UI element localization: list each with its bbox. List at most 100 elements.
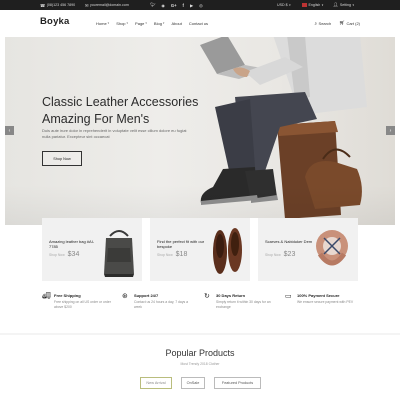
- banner-card[interactable]: Scarves & Nabiduker Dem Shop Now $23: [258, 218, 358, 281]
- main-nav: Home ▾ Shop ▾ Page ▾ Blog ▾ About Contact us: [96, 10, 208, 36]
- scarf-image: [316, 230, 348, 266]
- language-value: English: [308, 3, 321, 7]
- nav-item-page[interactable]: Page ▾: [135, 21, 147, 26]
- nav-item-label: Home: [96, 20, 107, 26]
- top-bar: ☎ (08)123 456 7890 ✉ youremail@domain.co…: [0, 0, 400, 10]
- search-label: Search: [318, 20, 332, 26]
- banner-price: $34: [67, 251, 80, 258]
- hero-title-line-1: Classic Leather Accessories: [42, 95, 199, 109]
- return-icon: ↻: [204, 293, 210, 300]
- cart-icon: 🛒︎: [339, 20, 345, 25]
- nav-item-blog[interactable]: Blog ▾: [154, 21, 165, 26]
- service-support: ⊛ Support 24/7 Contact us 24 hours a day…: [122, 292, 197, 322]
- credit-card-icon: ▭: [285, 293, 292, 300]
- header-actions: ⌕ Search 🛒︎ Cart (2): [315, 10, 361, 36]
- shop-now-link[interactable]: Shop Now: [265, 253, 281, 257]
- service-payment: ▭ 100% Payment Secure We ensure secure p…: [285, 292, 360, 322]
- search-icon: ⌕: [314, 20, 318, 26]
- service-description: Simply return it within 30 days for an e…: [216, 300, 271, 310]
- banner-title: Scarves & Nabiduker Dem: [265, 239, 313, 244]
- tab-new-arrival[interactable]: New Arrival: [140, 377, 172, 389]
- service-free-shipping: 🚚︎ Free Shipping Free shipping on all US…: [42, 292, 117, 322]
- facebook-icon[interactable]: f: [183, 3, 184, 8]
- nav-item-label: About: [171, 20, 182, 26]
- shop-now-link[interactable]: Shop Now: [49, 253, 65, 257]
- phone-number: (08)123 456 7890: [46, 3, 76, 7]
- chevron-right-icon: ›: [389, 127, 392, 134]
- youtube-icon[interactable]: ▶: [190, 3, 193, 8]
- popular-products-subtitle: Most Trendy 2018 Clother: [180, 362, 220, 366]
- slider-next-button[interactable]: ›: [386, 126, 395, 135]
- service-title: 30 Days Return: [216, 293, 246, 298]
- nav-item-label: Blog: [153, 20, 162, 26]
- account-menu[interactable]: 👤︎ Setting ▾: [333, 0, 354, 10]
- chevron-down-icon: ▾: [145, 21, 147, 25]
- chevron-down-icon: ▾: [162, 21, 165, 25]
- service-return: ↻ 30 Days Return Simply return it within…: [204, 292, 279, 322]
- backpack-image: [104, 230, 134, 277]
- phone-icon: ☎: [40, 2, 46, 8]
- banner-shop[interactable]: Shop Now $34: [49, 251, 79, 258]
- social-links: 🐦︎ ◉ G+ f ▶ ◎: [150, 0, 203, 10]
- popular-products-title: Popular Products: [165, 348, 235, 358]
- language-select[interactable]: English ▾: [302, 0, 323, 10]
- nav-item-shop[interactable]: Shop ▾: [116, 21, 128, 26]
- chevron-left-icon: ‹: [8, 127, 11, 134]
- service-title: Support 24/7: [134, 293, 159, 298]
- email-address[interactable]: youremail@domain.com: [90, 3, 129, 7]
- service-description: Free shipping on all US order or order a…: [54, 300, 111, 310]
- service-title: 100% Payment Secure: [297, 293, 340, 298]
- tab-onsale[interactable]: OnSale: [181, 377, 205, 389]
- nav-item-contact-us[interactable]: Contact us: [189, 21, 208, 26]
- banner-card[interactable]: Amazing leather bag #AI-7785 Shop Now $3…: [42, 218, 142, 281]
- chevron-down-icon: ▾: [126, 21, 129, 25]
- tab-featured-products[interactable]: Featured Products: [214, 377, 261, 389]
- lifebuoy-icon: ⊛: [122, 293, 128, 300]
- feature-banners: Amazing leather bag #AI-7785 Shop Now $3…: [42, 218, 358, 281]
- shop-now-link[interactable]: Shop Now: [157, 253, 173, 257]
- instagram-icon[interactable]: ◎: [199, 3, 203, 8]
- service-description: We ensure secure payment with PEV: [297, 300, 354, 304]
- chevron-down-icon: ▾: [321, 3, 324, 7]
- nav-item-label: Contact us: [188, 20, 209, 26]
- hero-title: Classic Leather Accessories Amazing For …: [42, 94, 232, 128]
- flag-icon: [302, 3, 307, 7]
- logo[interactable]: Boyka: [40, 16, 70, 27]
- google-plus-icon[interactable]: G+: [171, 3, 177, 8]
- shop-now-button[interactable]: Shop Now: [42, 151, 82, 166]
- site-header: Boyka Home ▾ Shop ▾ Page ▾ Blog ▾ About Contact u…: [0, 10, 400, 36]
- nav-item-label: Page: [135, 20, 145, 26]
- banner-title: Amazing leather bag #AI-7785: [49, 239, 95, 250]
- slider-prev-button[interactable]: ‹: [5, 126, 14, 135]
- banner-card[interactable]: Find the perfect fit with our bespoke Sh…: [150, 218, 250, 281]
- currency-value: USD $: [277, 3, 288, 7]
- section-divider: [0, 333, 400, 335]
- hero-description: Duis aute irure dolor in reprehenderit i…: [42, 128, 187, 139]
- twitter-icon[interactable]: 🐦︎: [150, 2, 155, 8]
- account-label: Setting: [339, 3, 352, 7]
- phone-info: ☎ (08)123 456 7890: [40, 0, 75, 10]
- mail-icon: ✉: [85, 2, 89, 8]
- chevron-down-icon: ▾: [289, 3, 291, 7]
- hero-slider: Classic Leather Accessories Amazing For …: [5, 37, 395, 225]
- email-info[interactable]: ✉ youremail@domain.com: [85, 0, 129, 10]
- service-description: Contact us 24 hours a day, 7 days a week: [134, 300, 189, 310]
- chevron-down-icon: ▾: [107, 21, 110, 25]
- nav-item-home[interactable]: Home ▾: [96, 21, 109, 26]
- user-icon: 👤︎: [333, 2, 339, 7]
- search-button[interactable]: ⌕ Search: [315, 21, 332, 26]
- banner-shop[interactable]: Shop Now $18: [157, 251, 187, 258]
- chevron-down-icon: ▾: [352, 3, 355, 7]
- rss-icon[interactable]: ◉: [161, 3, 165, 8]
- hero-title-line-2: Amazing For Men's: [42, 112, 150, 126]
- shoes-image: [213, 228, 242, 274]
- banner-shop[interactable]: Shop Now $23: [265, 251, 295, 258]
- nav-item-about[interactable]: About: [171, 21, 181, 26]
- truck-icon: 🚚︎: [42, 293, 51, 300]
- nav-item-label: Shop: [116, 20, 126, 26]
- cart-button[interactable]: 🛒︎ Cart (2): [339, 20, 360, 26]
- currency-select[interactable]: USD $ ▾: [277, 0, 291, 10]
- banner-price: $18: [175, 251, 188, 258]
- banner-title: Find the perfect fit with our bespoke: [157, 239, 205, 250]
- service-title: Free Shipping: [54, 293, 81, 298]
